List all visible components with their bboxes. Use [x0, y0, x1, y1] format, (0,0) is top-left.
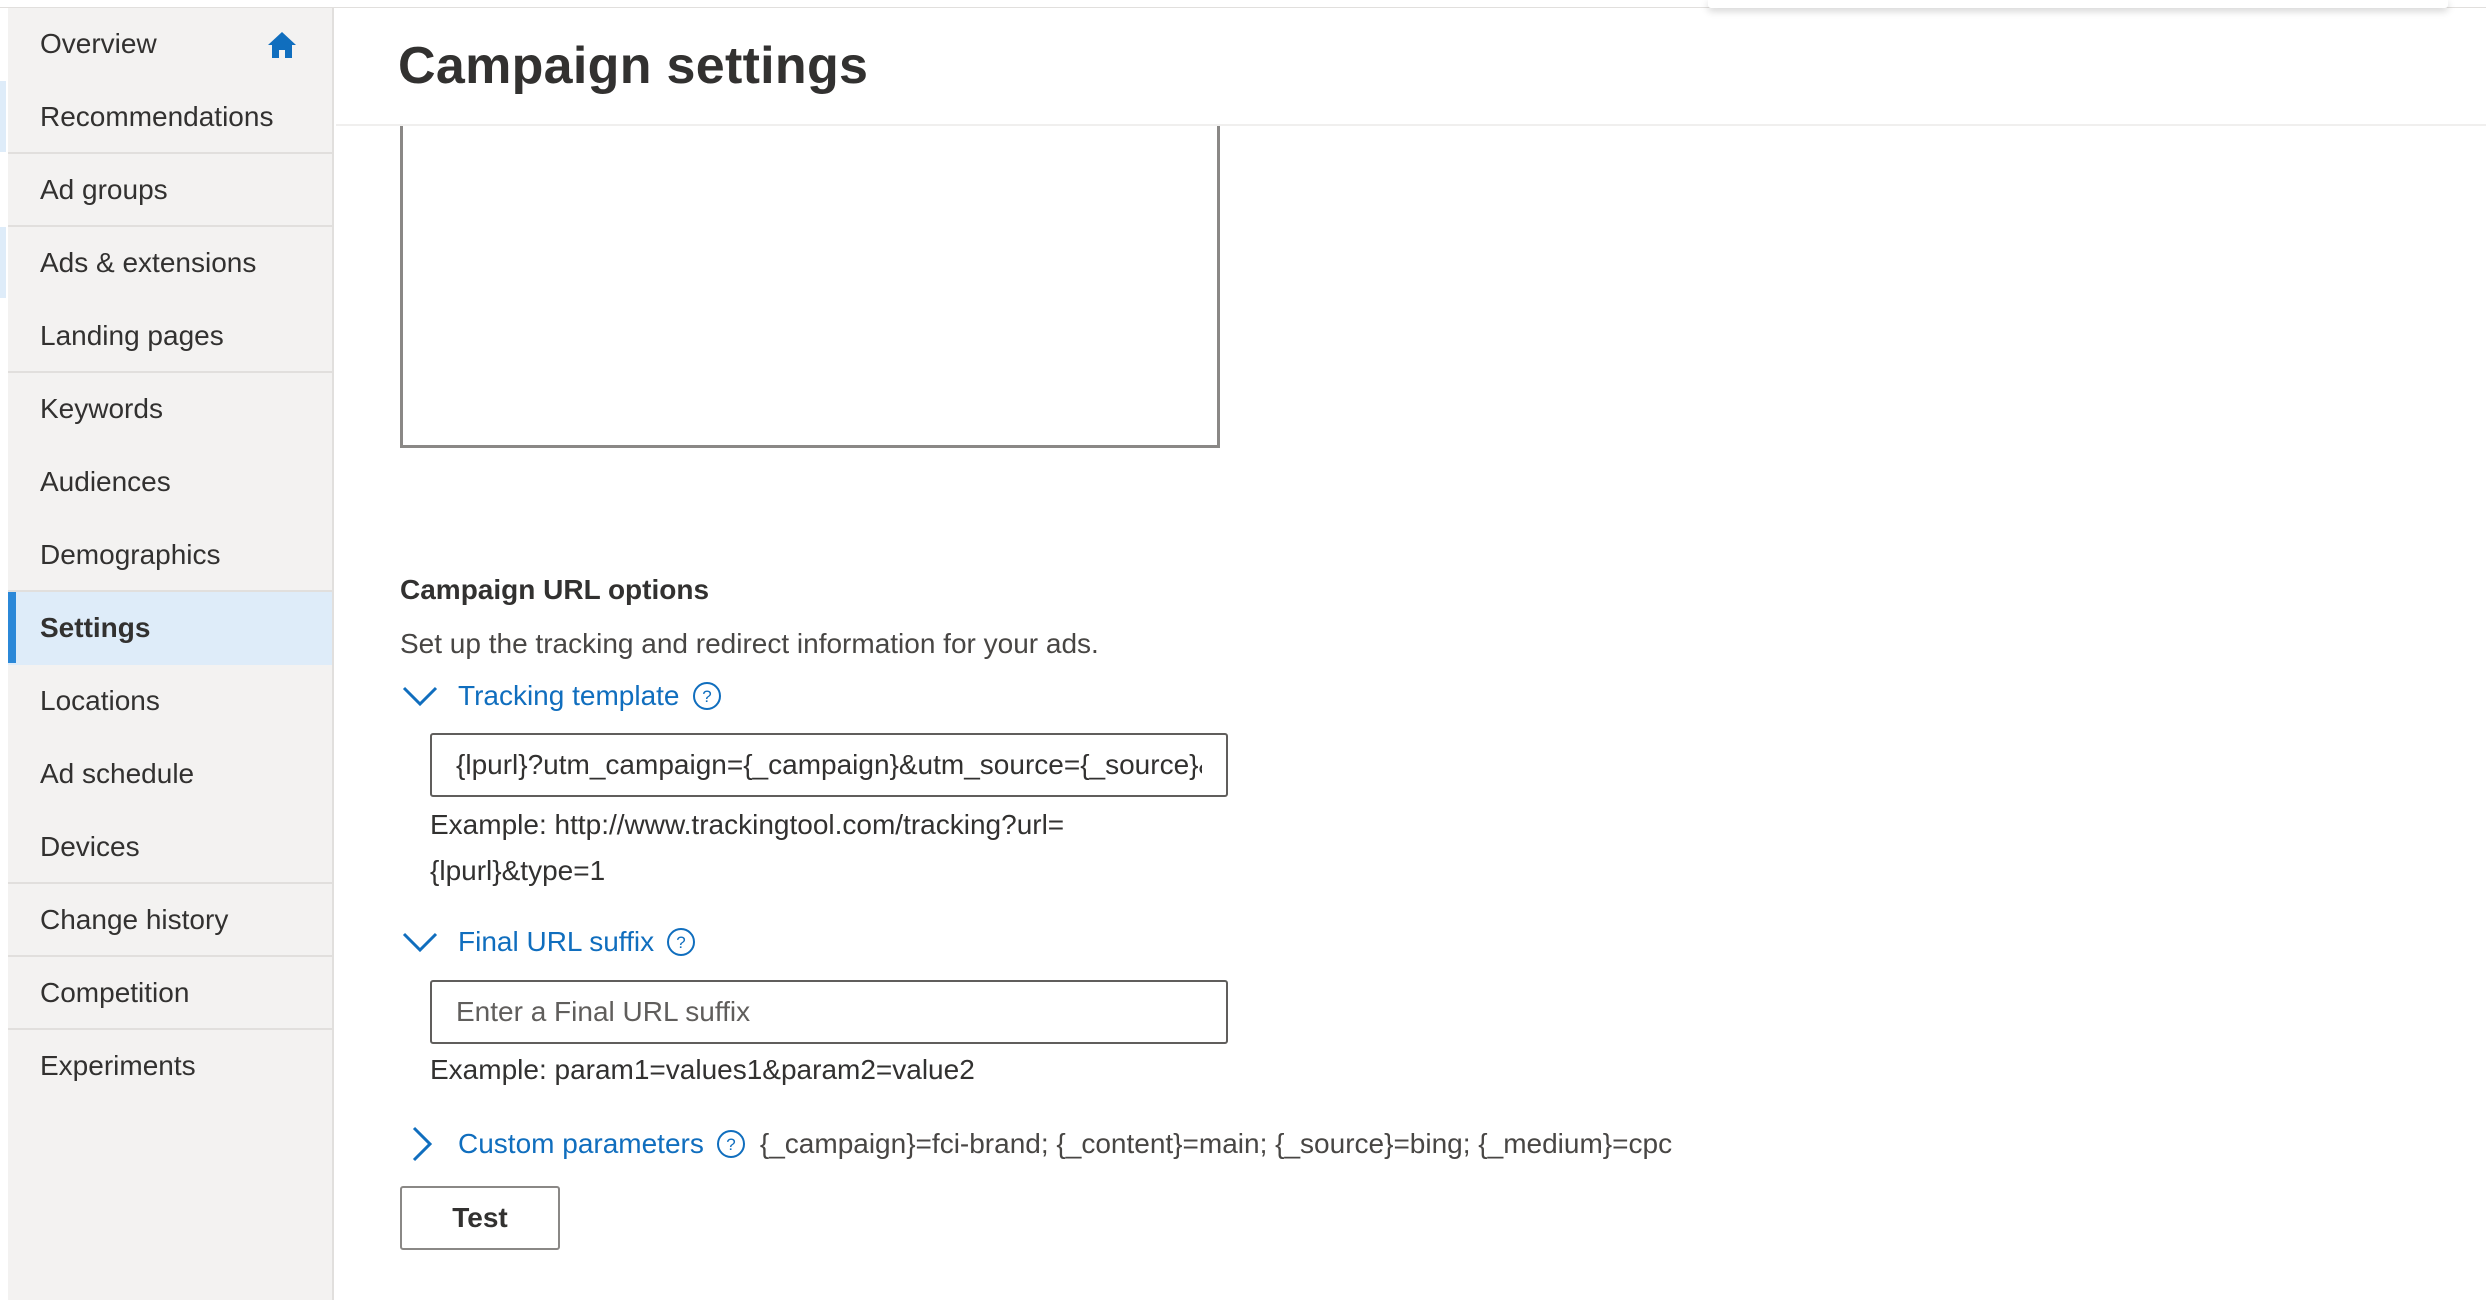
chevron-down-icon	[402, 932, 438, 953]
sidebar-item-label: Experiments	[40, 1049, 196, 1081]
tracking-template-example: Example: http://www.trackingtool.com/tra…	[430, 809, 1065, 886]
sidebar-item-label: Demographics	[40, 538, 221, 570]
help-icon[interactable]: ?	[666, 927, 696, 957]
svg-text:?: ?	[726, 1135, 735, 1154]
sidebar-item-label: Settings	[40, 611, 151, 643]
svg-text:?: ?	[702, 687, 711, 706]
sidebar-item-ad-schedule[interactable]: Ad schedule	[8, 738, 332, 811]
sidebar-item-recommendations[interactable]: Recommendations	[0, 81, 332, 154]
location-map-panel	[400, 126, 1220, 448]
sidebar-item-label: Recommendations	[40, 100, 274, 132]
home-icon	[268, 32, 296, 58]
sidebar-item-keywords[interactable]: Keywords	[8, 373, 332, 446]
section-description: Set up the tracking and redirect informa…	[400, 628, 1099, 659]
sidebar-item-label: Overview	[40, 27, 157, 59]
section-title: Campaign URL options	[400, 574, 710, 605]
sidebar-item-ads-extensions[interactable]: Ads & extensions	[0, 227, 332, 300]
sidebar-item-change-history[interactable]: Change history	[8, 884, 332, 957]
chevron-right-icon[interactable]	[400, 1124, 440, 1164]
final-url-suffix-label: Final URL suffix	[458, 926, 655, 957]
sidebar-item-landing-pages[interactable]: Landing pages	[8, 300, 332, 373]
sidebar-item-competition[interactable]: Competition	[8, 957, 332, 1030]
page-title: Campaign settings	[398, 37, 869, 95]
sidebar-item-label: Locations	[40, 684, 160, 716]
popup-panel-edge	[1708, 0, 2448, 8]
chevron-down-icon	[402, 686, 438, 707]
custom-parameters-row: Custom parameters ? {_campaign}=fci-bran…	[400, 1124, 1672, 1164]
sidebar-item-label: Ads & extensions	[40, 246, 257, 278]
sidebar-item-locations[interactable]: Locations	[8, 665, 332, 738]
sidebar-item-label: Change history	[40, 903, 229, 935]
final-url-suffix-example: Example: param1=values1&param2=value2	[430, 1054, 975, 1085]
sidebar-item-label: Ad groups	[40, 173, 168, 205]
sidebar-item-label: Devices	[40, 830, 140, 862]
sidebar-item-label: Audiences	[40, 465, 171, 497]
sidebar-item-demographics[interactable]: Demographics	[8, 519, 332, 592]
sidebar-item-experiments[interactable]: Experiments	[8, 1030, 332, 1103]
sidebar-item-settings[interactable]: Settings	[8, 592, 332, 665]
final-url-suffix-input[interactable]	[430, 980, 1228, 1044]
final-url-suffix-expander[interactable]: Final URL suffix ?	[400, 922, 696, 962]
custom-parameters-label[interactable]: Custom parameters	[458, 1128, 704, 1160]
tracking-template-expander[interactable]: Tracking template ?	[400, 676, 722, 716]
sidebar-item-devices[interactable]: Devices	[8, 811, 332, 884]
help-icon[interactable]: ?	[716, 1129, 746, 1159]
sidebar-nav: Overview Recommendations Ad groups Ads &…	[0, 8, 334, 1300]
sidebar-item-label: Ad schedule	[40, 757, 195, 789]
sidebar-item-label: Competition	[40, 976, 190, 1008]
svg-text:?: ?	[676, 933, 685, 952]
sidebar-item-audiences[interactable]: Audiences	[8, 446, 332, 519]
sidebar-item-label: Landing pages	[40, 319, 224, 351]
sidebar-item-label: Keywords	[40, 392, 163, 424]
tracking-template-label: Tracking template	[458, 680, 680, 711]
custom-parameters-value: {_campaign}=fci-brand; {_content}=main; …	[759, 1128, 1673, 1159]
tracking-template-input[interactable]	[430, 733, 1228, 797]
help-icon[interactable]: ?	[692, 681, 722, 711]
sidebar-item-ad-groups[interactable]: Ad groups	[8, 154, 332, 227]
test-button[interactable]: Test	[400, 1186, 560, 1250]
sidebar-item-overview[interactable]: Overview	[8, 8, 332, 81]
